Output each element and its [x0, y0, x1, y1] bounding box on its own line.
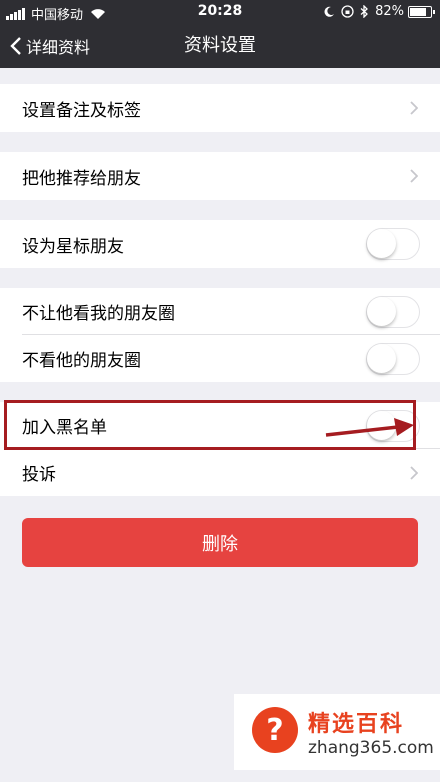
toggle-knob: [367, 296, 396, 326]
blacklist-toggle[interactable]: [366, 409, 420, 442]
settings-item-complain[interactable]: 投诉: [0, 449, 440, 496]
settings-item-label: 把他推荐给朋友: [22, 168, 141, 189]
moon-icon: [324, 6, 335, 17]
status-bar: 中国移动 20:28 82%: [0, 0, 440, 24]
orientation-lock-icon: [341, 5, 354, 18]
delete-button[interactable]: 删除: [22, 518, 418, 567]
back-label: 详细资料: [26, 38, 91, 57]
settings-item-label: 设置备注及标签: [22, 100, 141, 121]
watermark-url: zhang365.com: [308, 738, 434, 758]
settings-item-blacklist: 加入黑名单: [0, 402, 440, 449]
settings-item-hide-his-moments: 不看他的朋友圈: [0, 335, 440, 382]
settings-item-label: 设为星标朋友: [22, 236, 124, 257]
chevron-left-icon: [10, 37, 21, 55]
toggle-knob: [367, 229, 396, 258]
chevron-right-icon: [410, 101, 418, 115]
settings-item-star-friend: 设为星标朋友: [0, 220, 440, 268]
status-right: 82%: [323, 4, 435, 19]
settings-item-label: 投诉: [22, 465, 56, 485]
settings-item-label: 不让他看我的朋友圈: [22, 304, 175, 324]
hide-his-moments-toggle[interactable]: [366, 342, 420, 375]
toggle-knob: [367, 410, 396, 440]
bluetooth-icon: [360, 5, 369, 18]
back-button[interactable]: 详细资料: [10, 24, 90, 68]
delete-button-label: 删除: [202, 533, 238, 555]
watermark-logo: ? 精选百科 zhang365.com: [234, 694, 440, 770]
star-friend-toggle[interactable]: [366, 228, 420, 260]
settings-item-remark-tags[interactable]: 设置备注及标签: [0, 84, 440, 132]
hide-my-moments-toggle[interactable]: [366, 295, 420, 328]
settings-item-label: 不看他的朋友圈: [22, 351, 141, 371]
settings-item-hide-my-moments: 不让他看我的朋友圈: [0, 288, 440, 335]
battery-icon: [408, 5, 435, 18]
chevron-right-icon: [410, 169, 418, 183]
watermark-title: 精选百科: [308, 712, 405, 737]
question-mark-icon: ?: [252, 707, 298, 753]
chevron-right-icon: [410, 465, 418, 480]
settings-item-recommend[interactable]: 把他推荐给朋友: [0, 152, 440, 200]
toggle-knob: [367, 343, 396, 373]
settings-item-label: 加入黑名单: [22, 418, 107, 438]
nav-bar: 详细资料 资料设置: [0, 24, 440, 68]
battery-percent: 82%: [375, 4, 404, 19]
